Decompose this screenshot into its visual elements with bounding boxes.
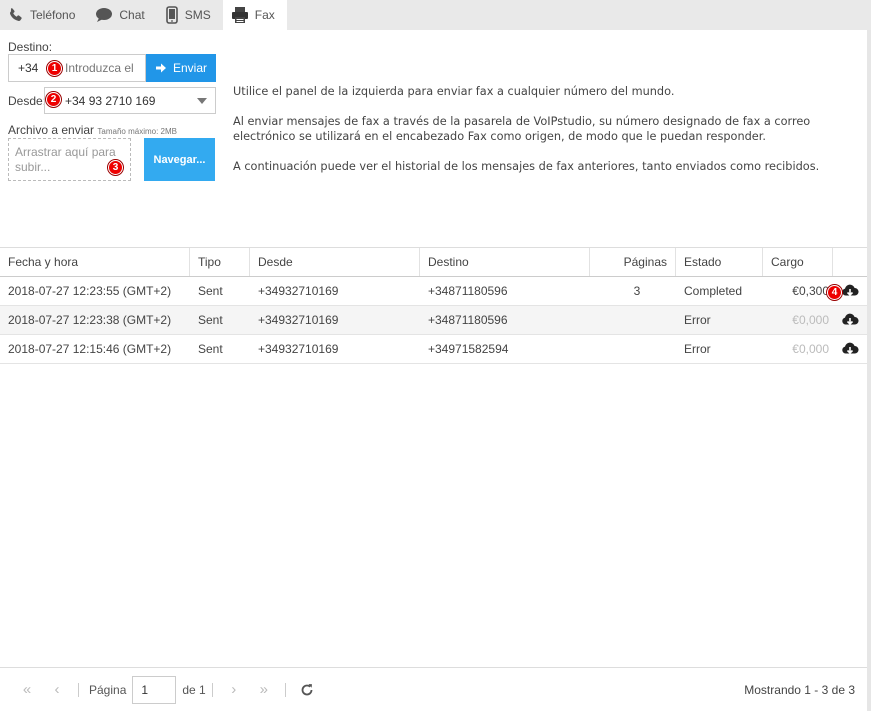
column-header-estado[interactable]: Estado <box>676 248 763 276</box>
info-paragraph: Utilice el panel de la izquierda para en… <box>233 85 675 98</box>
tab-sms[interactable]: SMS <box>157 0 223 30</box>
destino-label: Destino: <box>8 40 53 54</box>
next-page-icon[interactable]: › <box>219 681 249 698</box>
tab-telefono[interactable]: Teléfono <box>0 0 87 30</box>
prev-page-icon[interactable]: ‹ <box>42 681 72 698</box>
column-header-tipo[interactable]: Tipo <box>190 248 250 276</box>
pagination-bar: « ‹ Página de 1 › » Mostrando 1 - 3 de 3 <box>0 667 867 711</box>
last-page-icon[interactable]: » <box>249 681 279 698</box>
send-button-label: Enviar <box>172 61 207 75</box>
first-page-icon[interactable]: « <box>12 681 42 698</box>
arrow-right-icon <box>155 63 166 73</box>
cell-paginas <box>590 335 676 363</box>
tab-fax-label: Fax <box>254 8 275 22</box>
info-paragraph: A continuación puede ver el historial de… <box>233 160 820 173</box>
mobile-phone-icon <box>165 6 178 24</box>
page-of-label: de 1 <box>182 682 206 697</box>
cell-cargo: €0,000 <box>792 342 829 356</box>
cell-estado: Error <box>684 342 711 356</box>
page-label: Página <box>89 682 127 697</box>
callout-badge-3: 3 <box>108 160 123 175</box>
cell-desde: +34932710169 <box>258 313 339 327</box>
cell-estado: Error <box>684 313 711 327</box>
info-panel: Utilice el panel de la izquierda para en… <box>233 84 853 189</box>
cell-desde: +34932710169 <box>258 284 339 298</box>
cell-tipo: Sent <box>198 342 223 356</box>
scrollbar-track[interactable] <box>867 30 871 711</box>
chevron-down-icon <box>197 98 207 104</box>
cell-paginas: 3 <box>633 284 641 298</box>
cell-destino: +34971582594 <box>428 342 509 356</box>
table-row[interactable]: 2018-07-27 12:15:46 (GMT+2) Sent +349327… <box>0 335 867 364</box>
column-header-destino[interactable]: Destino <box>420 248 590 276</box>
archivo-label-text: Archivo a enviar <box>8 123 95 137</box>
cell-tipo: Sent <box>198 313 223 327</box>
pager-divider <box>211 682 213 697</box>
phone-icon <box>10 8 22 21</box>
cell-desde: +34932710169 <box>258 342 339 356</box>
fax-icon <box>231 7 248 23</box>
cell-fecha: 2018-07-27 12:23:55 (GMT+2) <box>8 284 172 298</box>
callout-badge-2: 2 <box>46 92 61 107</box>
cell-paginas <box>590 306 676 334</box>
send-button[interactable]: Enviar <box>146 54 216 82</box>
from-number-value: +34 93 2710 169 <box>65 93 156 108</box>
cell-cargo: €0,300 <box>792 284 829 298</box>
callout-badge-4: 4 <box>827 285 842 300</box>
page-number-input[interactable] <box>132 675 177 704</box>
column-header-actions <box>833 248 867 276</box>
cell-destino: +34871180596 <box>428 313 508 327</box>
cell-tipo: Sent <box>198 284 223 298</box>
from-number-select[interactable]: +34 93 2710 169 <box>44 87 216 114</box>
cell-fecha: 2018-07-27 12:23:38 (GMT+2) <box>8 313 172 327</box>
info-paragraph: Al enviar mensajes de fax a través de la… <box>233 115 811 143</box>
cell-cargo: €0,000 <box>792 313 829 327</box>
archivo-max-size: Tamaño máximo: 2MB <box>97 127 177 136</box>
pager-status: Mostrando 1 - 3 de 3 <box>744 683 855 697</box>
pager-divider <box>284 682 286 697</box>
tab-telefono-label: Teléfono <box>30 8 76 22</box>
desde-label: Desde: <box>8 94 47 108</box>
cell-estado: Completed <box>684 284 743 298</box>
destination-number-input[interactable] <box>55 54 146 82</box>
fax-history-table: Fecha y hora Tipo Desde Destino Páginas … <box>0 247 867 364</box>
archivo-label: Archivo a enviar Tamaño máximo: 2MB <box>8 123 177 137</box>
cloud-download-icon[interactable] <box>841 312 859 328</box>
cell-fecha: 2018-07-27 12:15:46 (GMT+2) <box>8 342 172 356</box>
table-row[interactable]: 2018-07-27 12:23:38 (GMT+2) Sent +349327… <box>0 306 867 335</box>
tab-fax[interactable]: Fax <box>222 0 287 30</box>
table-row[interactable]: 2018-07-27 12:23:55 (GMT+2) Sent +349327… <box>0 277 867 306</box>
callout-badge-1: 1 <box>47 61 62 76</box>
download-cell <box>833 335 867 363</box>
cloud-download-icon[interactable] <box>841 283 859 299</box>
download-cell <box>833 306 867 334</box>
tab-bar: Teléfono Chat SMS Fax <box>0 0 871 30</box>
cloud-download-icon[interactable] <box>841 341 859 357</box>
column-header-paginas[interactable]: Páginas <box>590 248 676 276</box>
column-header-desde[interactable]: Desde <box>250 248 420 276</box>
tab-chat-label: Chat <box>119 8 145 22</box>
tab-chat[interactable]: Chat <box>87 0 156 30</box>
tab-sms-label: SMS <box>184 8 211 22</box>
table-header: Fecha y hora Tipo Desde Destino Páginas … <box>0 247 867 277</box>
browse-button[interactable]: Navegar... <box>144 138 215 181</box>
column-header-cargo[interactable]: Cargo <box>763 248 833 276</box>
cell-destino: +34871180596 <box>428 284 508 298</box>
pager-divider <box>78 682 79 697</box>
chat-bubble-icon <box>96 8 113 22</box>
refresh-icon[interactable] <box>292 683 322 697</box>
column-header-fecha[interactable]: Fecha y hora <box>0 248 190 276</box>
